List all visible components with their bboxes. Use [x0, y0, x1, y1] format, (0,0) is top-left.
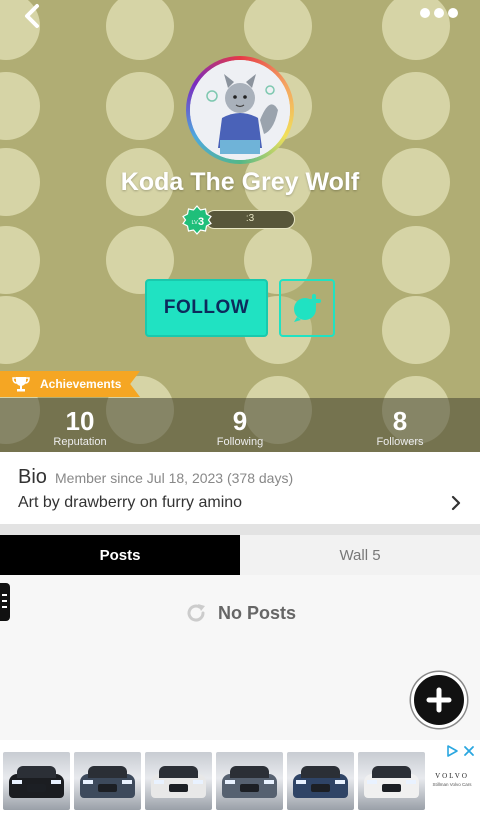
close-icon[interactable]: [463, 745, 475, 757]
level-number: 3: [198, 216, 204, 228]
empty-state: No Posts: [0, 601, 480, 625]
back-icon[interactable]: [18, 2, 48, 32]
stat-label: Reputation: [53, 436, 107, 448]
bio-title: Bio: [18, 466, 47, 488]
stat-label: Following: [216, 436, 264, 448]
stat-reputation[interactable]: 10 Reputation: [0, 398, 160, 452]
profile-header: Koda The Grey Wolf :3 LV 3 FOLLOW Achiev…: [0, 0, 480, 452]
member-since: Member since Jul 18, 2023 (378 days): [55, 470, 294, 486]
ad-car-image[interactable]: [145, 752, 212, 810]
level-progress-bar: :3: [205, 210, 295, 229]
bio-section[interactable]: Bio Member since Jul 18, 2023 (378 days)…: [0, 452, 480, 524]
bio-text: Art by drawberry on furry amino: [18, 494, 243, 511]
plus-icon: [426, 687, 452, 713]
stat-following[interactable]: 9 Following: [160, 398, 320, 452]
tab-wall[interactable]: Wall 5: [240, 535, 480, 575]
content-tabs: Posts Wall 5: [0, 535, 480, 575]
create-post-button[interactable]: [411, 672, 467, 728]
chat-button[interactable]: [279, 279, 335, 337]
empty-state-text: No Posts: [217, 602, 296, 623]
stat-followers[interactable]: 8 Followers: [320, 398, 480, 452]
ad-dealer: Stillman Volvo Cars: [432, 782, 472, 787]
ad-car-image[interactable]: [358, 752, 425, 810]
ad-car-image[interactable]: [216, 752, 283, 810]
ad-banner[interactable]: VOLVO Stillman Volvo Cars: [0, 740, 480, 818]
ad-logo[interactable]: VOLVO Stillman Volvo Cars: [430, 772, 474, 787]
posts-content-area: [0, 575, 480, 740]
section-divider: [0, 524, 480, 535]
ad-car-image[interactable]: [287, 752, 354, 810]
level-badge-icon: LV 3: [182, 205, 212, 235]
ad-car-image[interactable]: [3, 752, 70, 810]
stat-value: 8: [392, 406, 408, 436]
tab-posts[interactable]: Posts: [0, 535, 240, 575]
username: Koda The Grey Wolf: [120, 168, 360, 196]
ad-controls: [445, 744, 479, 758]
stats-bar: 10 Reputation 9 Following 8 Followers: [0, 398, 480, 452]
achievements-label: Achievements: [40, 377, 122, 391]
stat-value: 9: [232, 406, 248, 436]
achievements-tab[interactable]: Achievements: [0, 371, 140, 397]
avatar[interactable]: [186, 56, 294, 164]
more-options-icon[interactable]: [420, 6, 460, 20]
chat-add-icon: [294, 294, 321, 322]
ad-brand: VOLVO: [435, 772, 469, 780]
refresh-icon: [187, 604, 205, 622]
ad-car-image[interactable]: [74, 752, 141, 810]
follow-button[interactable]: FOLLOW: [145, 279, 268, 337]
stat-value: 10: [65, 406, 95, 436]
adchoices-icon[interactable]: [445, 744, 459, 758]
stat-label: Followers: [376, 436, 424, 448]
trophy-icon: [12, 377, 30, 392]
chevron-right-icon: [451, 495, 461, 511]
